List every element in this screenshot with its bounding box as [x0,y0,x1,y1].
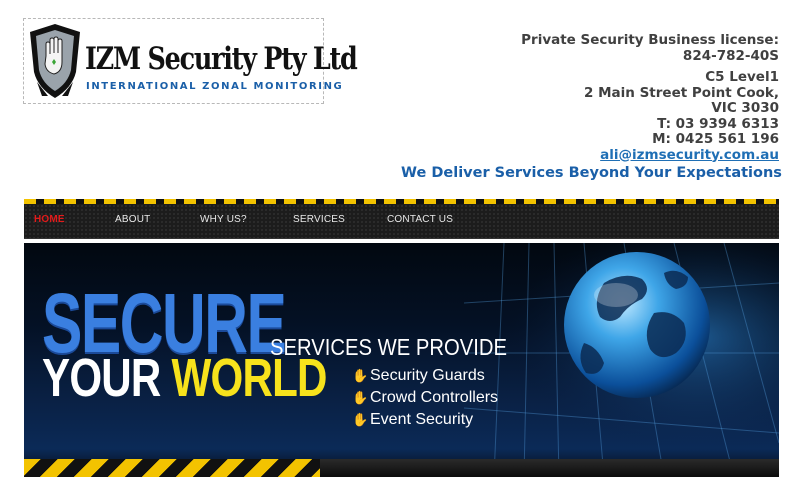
logo-subtitle: INTERNATIONAL ZONAL MONITORING [86,81,344,92]
hand-icon: ✋ [352,412,369,427]
service-label: Event Security [370,411,474,428]
service-label: Security Guards [370,367,485,384]
phone-number: T: 03 9394 6313 [657,115,779,132]
list-item: ✋ Crowd Controllers [352,387,498,409]
list-item: ✋ Event Security [352,409,498,431]
service-label: Crowd Controllers [370,389,499,406]
address-line-2: 2 Main Street Point Cook, [584,84,779,101]
hand-icon: ✋ [352,368,369,383]
nav-item-contact-us[interactable]: CONTACT US [387,214,453,225]
main-nav: HOME ABOUT WHY US? SERVICES CONTACT US [24,199,779,239]
hand-icon: ✋ [352,390,369,405]
nav-bar: HOME ABOUT WHY US? SERVICES CONTACT US [24,204,779,239]
mobile-number: M: 0425 561 196 [652,131,779,147]
email-link[interactable]: ali@izmsecurity.com.au [600,147,779,163]
tagline: We Deliver Services Beyond Your Expectat… [401,165,782,181]
nav-item-home[interactable]: HOME [34,214,65,225]
nav-item-why-us[interactable]: WHY US? [200,214,247,225]
logo-title: IZM Security Pty Ltd [85,41,358,77]
hero-banner: SECURE YOUR WORLD SERVICES WE PROVIDE ✋ S… [24,243,779,477]
headline-your: YOUR [42,348,161,408]
nav-item-services[interactable]: SERVICES [293,214,345,225]
services-title: SERVICES WE PROVIDE [270,334,507,360]
license-number: 824-782-40S [682,47,779,64]
site-logo[interactable]: IZM Security Pty Ltd INTERNATIONAL ZONAL… [23,18,358,104]
shield-hand-icon [30,24,80,98]
license-label: Private Security Business license: [521,32,779,48]
services-list: ✋ Security Guards ✋ Crowd Controllers ✋ Eve… [352,365,498,431]
address-line-3: VIC 3030 [711,100,779,116]
address-line-1: C5 Level1 [705,69,779,85]
nav-item-about[interactable]: ABOUT [115,214,150,225]
banner-bottom-bar [320,459,779,477]
contact-info: Private Security Business license: 824-7… [521,32,779,163]
list-item: ✋ Security Guards [352,365,498,387]
hazard-stripe-bottom [24,459,320,477]
